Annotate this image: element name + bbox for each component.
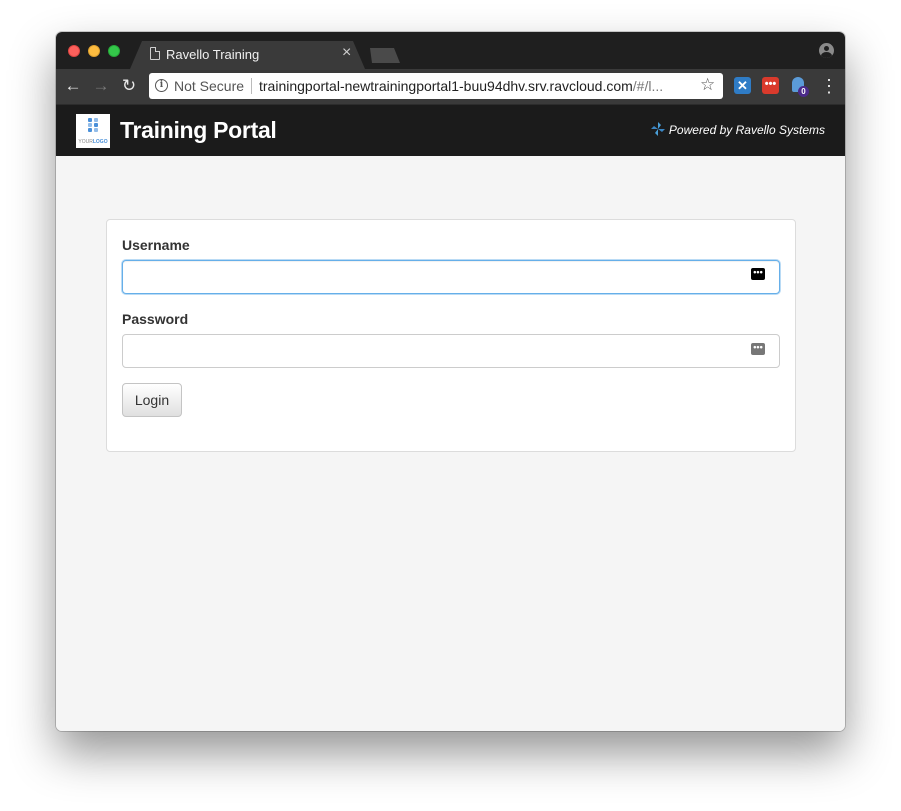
forward-arrow-icon[interactable]: → xyxy=(90,75,112,97)
address-separator xyxy=(251,78,252,94)
new-tab-button[interactable] xyxy=(370,48,400,63)
tab-ravello-training[interactable]: Ravello Training × xyxy=(130,41,365,69)
your-logo[interactable]: YOURLOGO xyxy=(76,114,110,148)
logo-text: YOURLOGO xyxy=(78,139,108,145)
security-status[interactable]: Not Secure xyxy=(174,78,244,94)
bookmark-star-icon[interactable]: ☆ xyxy=(700,75,715,95)
url-text[interactable]: trainingportal-newtrainingportal1-buu94d… xyxy=(259,78,691,94)
url-host: trainingportal-newtrainingportal1-buu94d… xyxy=(259,78,633,94)
password-input[interactable] xyxy=(122,334,780,368)
logo-text-a: YOUR xyxy=(78,139,93,145)
login-button[interactable]: Login xyxy=(122,383,182,417)
ghostery-badge: 0 xyxy=(798,86,809,97)
lastpass-extension-icon[interactable]: ••• xyxy=(762,77,779,94)
username-input[interactable] xyxy=(122,260,780,294)
main-content: Username ••• Password ••• Login xyxy=(56,156,845,731)
back-arrow-icon[interactable]: ← xyxy=(62,75,84,97)
browser-menu-icon[interactable]: ⋮ xyxy=(820,75,838,97)
tab-close-icon[interactable]: × xyxy=(342,44,351,62)
password-manager-icon[interactable]: ••• xyxy=(751,343,765,355)
browser-window: Ravello Training × ← → ↻ i Not Secure tr… xyxy=(56,32,845,731)
login-panel: Username ••• Password ••• Login xyxy=(106,219,796,452)
address-bar[interactable]: i Not Secure trainingportal-newtrainingp… xyxy=(149,73,723,99)
powered-by-link[interactable]: Powered by Ravello Systems xyxy=(669,123,825,137)
close-window-button[interactable] xyxy=(68,45,80,57)
page-title: Training Portal xyxy=(120,117,277,143)
password-manager-icon[interactable]: ••• xyxy=(751,268,765,280)
reload-icon[interactable]: ↻ xyxy=(118,75,140,97)
logo-grid-icon xyxy=(88,118,100,132)
profile-icon[interactable] xyxy=(819,43,834,58)
tab-title: Ravello Training xyxy=(166,47,260,62)
logo-text-b: LOGO xyxy=(92,139,108,145)
blue-x-extension-icon[interactable]: ✕ xyxy=(734,77,751,94)
tab-strip: Ravello Training × xyxy=(56,32,845,69)
browser-toolbar: ← → ↻ i Not Secure trainingportal-newtra… xyxy=(56,69,845,104)
ghostery-extension-icon[interactable]: 0 xyxy=(791,77,809,97)
info-icon[interactable]: i xyxy=(155,79,168,92)
document-icon xyxy=(150,47,160,60)
ravello-pinwheel-icon xyxy=(651,122,665,136)
app-header: YOURLOGO Training Portal Powered by Rave… xyxy=(56,104,845,156)
url-path: /#/l... xyxy=(632,78,664,94)
username-label: Username xyxy=(122,237,190,253)
minimize-window-button[interactable] xyxy=(88,45,100,57)
password-label: Password xyxy=(122,311,189,327)
zoom-window-button[interactable] xyxy=(108,45,120,57)
